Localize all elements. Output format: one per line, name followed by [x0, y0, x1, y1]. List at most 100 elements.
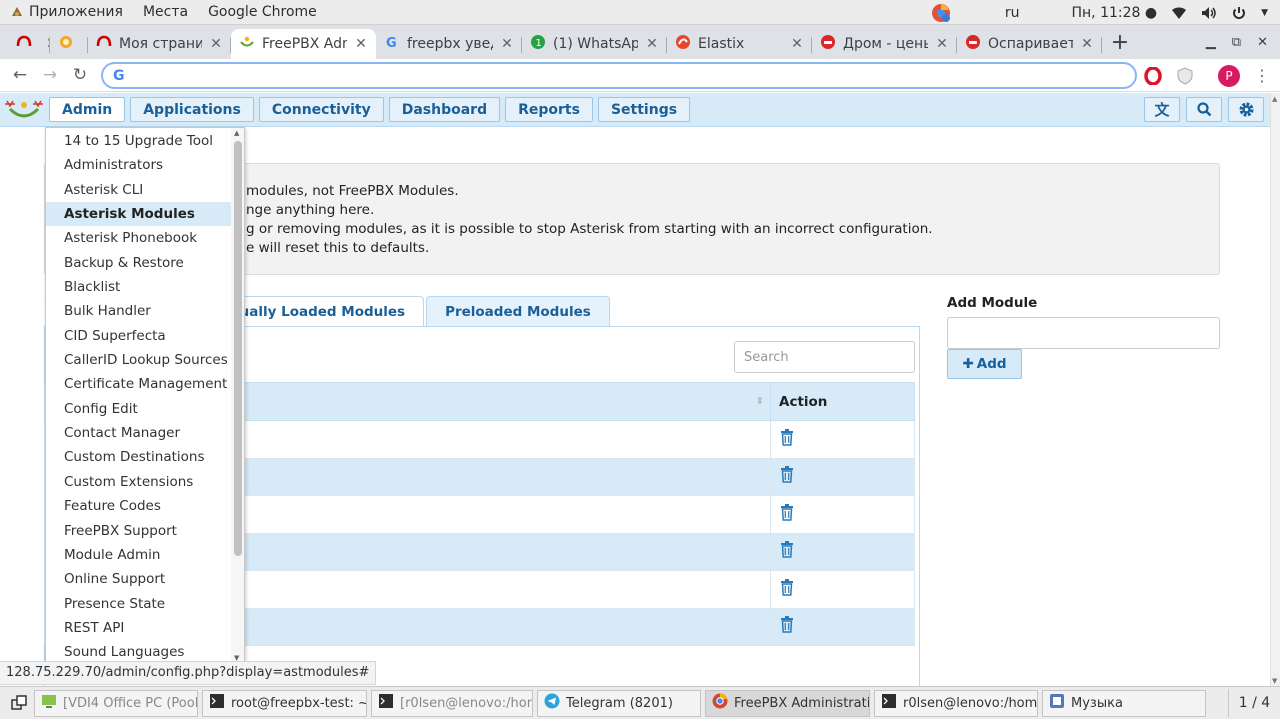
scroll-up-arrow-icon[interactable]: ▲ — [1272, 95, 1277, 103]
scroll-up-arrow-icon[interactable]: ▲ — [234, 129, 239, 137]
browser-tab[interactable]: Оспаривается ✕ — [957, 29, 1102, 59]
dropdown-item[interactable]: Feature Codes — [46, 494, 232, 518]
dropdown-item[interactable]: Blacklist — [46, 275, 232, 299]
scroll-down-arrow-icon[interactable]: ▼ — [1272, 677, 1277, 685]
forward-icon[interactable]: → — [35, 65, 65, 85]
browser-tab[interactable]: Моя страница ✕ — [88, 29, 231, 59]
browser-tab[interactable]: G freepbx уведо ✕ — [376, 29, 522, 59]
menu-dashboard[interactable]: Dashboard — [388, 97, 501, 122]
taskbar-item[interactable]: Музыка — [1042, 689, 1206, 717]
dropdown-item[interactable]: CID Superfecta — [46, 324, 232, 348]
browser-tab[interactable]: ✕ — [50, 29, 88, 59]
add-module-button[interactable]: ✚ Add — [947, 349, 1022, 379]
places-menu[interactable]: Места — [133, 0, 198, 25]
menu-settings[interactable]: Settings — [597, 97, 691, 122]
browser-tab[interactable]: Elastix ✕ — [667, 29, 812, 59]
dropdown-item[interactable]: Asterisk Modules — [46, 202, 232, 227]
taskbar-item-label: [r0lsen@lenovo:/hom... — [400, 695, 532, 711]
dropdown-item[interactable]: 14 to 15 Upgrade Tool — [46, 129, 232, 153]
delete-button[interactable] — [779, 541, 794, 562]
close-icon[interactable]: ✕ — [1080, 36, 1094, 52]
workspace-pager[interactable]: 1 / 4 — [1228, 689, 1280, 717]
new-tab-button[interactable]: + — [1102, 29, 1138, 59]
back-icon[interactable]: ← — [5, 65, 35, 85]
active-app-menu[interactable]: Google Chrome — [198, 0, 327, 25]
taskbar-item[interactable]: Telegram (8201) — [537, 689, 701, 717]
dropdown-item[interactable]: Custom Destinations — [46, 445, 232, 469]
dropdown-item[interactable]: Config Edit — [46, 397, 232, 421]
dropdown-item[interactable]: Presence State — [46, 592, 232, 616]
freepbx-logo-icon[interactable] — [4, 97, 44, 123]
dropdown-item[interactable]: Bulk Handler — [46, 299, 232, 323]
close-icon[interactable]: ✕ — [645, 36, 659, 52]
menu-connectivity[interactable]: Connectivity — [258, 97, 384, 122]
browser-tab[interactable]: ✕ — [8, 29, 50, 59]
menu-reports[interactable]: Reports — [505, 97, 593, 122]
dropdown-scroll-thumb[interactable] — [234, 141, 242, 556]
dropdown-item[interactable]: CallerID Lookup Sources — [46, 348, 232, 372]
chrome-indicator-icon[interactable] — [931, 3, 951, 23]
delete-button[interactable] — [779, 503, 794, 525]
close-icon[interactable]: ✕ — [354, 36, 368, 52]
sort-icon[interactable]: ⬍ — [756, 396, 764, 407]
dropdown-item[interactable]: Backup & Restore — [46, 251, 232, 275]
browser-tab[interactable]: Дром - цены ✕ — [812, 29, 957, 59]
shield-extension-icon[interactable] — [1176, 66, 1194, 85]
close-icon[interactable]: ✕ — [209, 36, 223, 52]
show-desktop-icon[interactable] — [8, 692, 30, 714]
maximize-icon[interactable]: ⧉ — [1232, 35, 1241, 50]
dropdown-item[interactable]: Contact Manager — [46, 421, 232, 445]
reload-icon[interactable]: ↻ — [65, 65, 95, 85]
browser-tab[interactable]: FreePBX Admi ✕ — [231, 29, 376, 59]
clock[interactable]: Пн, 11:28 ● — [1071, 5, 1157, 21]
opera-extension-icon[interactable] — [1144, 66, 1162, 85]
dropdown-item[interactable]: Administrators — [46, 153, 232, 177]
search-button[interactable] — [1186, 97, 1222, 122]
delete-button[interactable] — [779, 578, 794, 600]
language-button[interactable]: 文 — [1144, 97, 1180, 122]
profile-avatar[interactable]: P — [1218, 64, 1240, 87]
trash-icon — [779, 503, 794, 525]
taskbar-item[interactable]: root@freepbx-test: ~ — [202, 689, 367, 717]
dropdown-item[interactable]: Sound Languages — [46, 640, 232, 661]
system-menu-arrow-icon[interactable]: ▼ — [1261, 8, 1268, 18]
power-icon[interactable] — [1231, 6, 1247, 20]
address-bar[interactable]: G — [101, 62, 1137, 89]
volume-icon[interactable] — [1201, 6, 1217, 20]
menu-applications[interactable]: Applications — [130, 97, 254, 122]
dropdown-item[interactable]: REST API — [46, 616, 232, 640]
dropdown-item[interactable]: Online Support — [46, 567, 232, 591]
search-input[interactable] — [734, 341, 915, 373]
settings-button[interactable] — [1228, 97, 1264, 122]
dropdown-item[interactable]: FreePBX Support — [46, 519, 232, 543]
chrome-menu-icon[interactable]: ⋮ — [1254, 66, 1270, 85]
minimize-icon[interactable]: ▁ — [1206, 35, 1216, 50]
taskbar-item[interactable]: FreePBX Administrati... — [705, 689, 870, 717]
close-icon[interactable]: ✕ — [935, 36, 949, 52]
keyboard-layout[interactable]: ru — [1005, 5, 1020, 21]
delete-button[interactable] — [779, 428, 794, 450]
dropdown-item[interactable]: Module Admin — [46, 543, 232, 567]
menu-admin[interactable]: Admin — [49, 97, 126, 122]
taskbar-item[interactable]: r0lsen@lenovo:/hom... — [874, 689, 1038, 717]
applications-menu[interactable]: Приложения — [0, 0, 133, 25]
wifi-icon[interactable] — [1171, 6, 1187, 20]
dropdown-scrollbar[interactable]: ▲ ▼ — [231, 128, 244, 661]
taskbar-item-label: r0lsen@lenovo:/hom... — [903, 695, 1038, 711]
delete-button[interactable] — [779, 616, 794, 637]
dropdown-item[interactable]: Asterisk CLI — [46, 178, 232, 202]
taskbar-item[interactable]: [VDI4 Office PC (Pool... — [34, 689, 198, 717]
tab-preloaded-modules[interactable]: Preloaded Modules — [426, 296, 610, 327]
window-taskbar: [VDI4 Office PC (Pool... root@freepbx-te… — [0, 686, 1280, 719]
close-window-icon[interactable]: ✕ — [1257, 35, 1268, 50]
dropdown-item[interactable]: Custom Extensions — [46, 470, 232, 494]
dropdown-item[interactable]: Asterisk Phonebook — [46, 226, 232, 250]
close-icon[interactable]: ✕ — [790, 36, 804, 52]
page-scrollbar[interactable]: ▲ ▼ — [1270, 93, 1280, 687]
delete-button[interactable] — [779, 466, 794, 487]
add-module-input[interactable] — [947, 317, 1220, 349]
taskbar-item[interactable]: [r0lsen@lenovo:/hom... — [371, 689, 533, 717]
close-icon[interactable]: ✕ — [500, 36, 514, 52]
dropdown-item[interactable]: Certificate Management — [46, 372, 232, 396]
browser-tab[interactable]: 1 (1) WhatsApp ✕ — [522, 29, 667, 59]
